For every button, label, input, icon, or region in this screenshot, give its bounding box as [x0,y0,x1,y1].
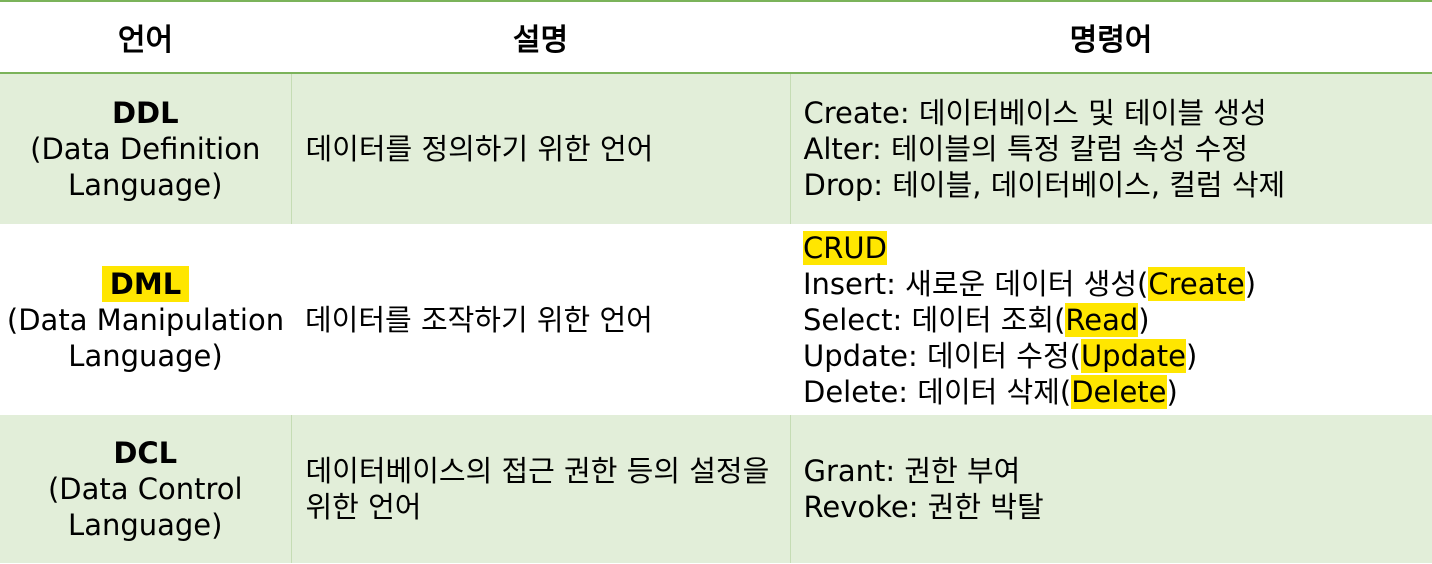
table-row-dcl: DCL (Data Control Language) 데이터베이스의 접근 권… [0,415,1432,563]
crud-highlight: Read [1065,302,1139,337]
command-item: Revoke: 권한 박탈 [803,490,1044,524]
language-code: DDL [111,96,179,130]
command-item: Update: 데이터 수정(Update) [803,338,1432,374]
commands-cell: Create: 데이터베이스 및 테이블 생성 Alter: 테이블의 특정 칼… [789,73,1432,224]
language-fullname-line1: (Data Definition [30,132,261,166]
crud-highlight: Update [1080,338,1186,373]
command-text: Insert: 새로운 데이터 생성( [803,266,1149,301]
language-fullname-line1: (Data Manipulation [6,302,285,337]
command-item: Create: 데이터베이스 및 테이블 생성 [803,96,1267,130]
language-fullname-line2: Language) [68,338,223,373]
language-code: DCL [113,436,178,470]
command-item: Drop: 테이블, 데이터베이스, 컬럼 삭제 [803,168,1286,202]
crud-highlight: Delete [1071,374,1167,409]
language-fullname-line2: Language) [68,168,223,202]
command-item: Grant: 권한 부여 [803,454,1021,488]
crud-highlight: Create [1148,266,1245,301]
description-cell: 데이터를 정의하기 위한 언어 [290,73,790,224]
table-row-dml: DML (Data Manipulation Language) 데이터를 조작… [0,224,1432,415]
language-cell: DML (Data Manipulation Language) [0,224,291,415]
header-description: 설명 [291,0,790,74]
crud-label: CRUD [803,230,887,265]
command-item: Insert: 새로운 데이터 생성(Create) [803,266,1432,302]
language-cell: DDL (Data Definition Language) [0,73,291,224]
description-cell: 데이터베이스의 접근 권한 등의 설정을 위한 언어 [290,415,790,563]
description-cell: 데이터를 조작하기 위한 언어 [305,302,653,337]
sql-language-table: 언어 설명 명령어 DDL (Data Definition Language)… [0,0,1432,563]
command-suffix: ) [1185,338,1198,373]
header-commands: 명령어 [790,0,1432,74]
command-suffix: ) [1244,266,1257,301]
language-fullname-line1: (Data Control [47,472,243,506]
command-item: Select: 데이터 조회(Read) [803,302,1432,338]
header-row: 언어 설명 명령어 [0,0,1432,74]
crud-label-line: CRUD [803,230,1432,266]
commands-cell: Grant: 권한 부여 Revoke: 권한 박탈 [789,415,1432,563]
language-fullname-line2: Language) [68,508,223,542]
command-suffix: ) [1166,374,1178,409]
command-item: Delete: 데이터 삭제(Delete) [803,374,1432,410]
command-suffix: ) [1138,302,1150,337]
command-text: Select: 데이터 조회( [803,302,1066,337]
language-code: DML [101,265,190,302]
language-cell: DCL (Data Control Language) [0,415,291,563]
command-item: Alter: 테이블의 특정 칼럼 속성 수정 [803,132,1249,166]
command-text: Delete: 데이터 삭제( [803,374,1072,409]
header-language: 언어 [0,0,291,74]
table-row-ddl: DDL (Data Definition Language) 데이터를 정의하기… [0,73,1432,224]
commands-cell: CRUD Insert: 새로운 데이터 생성(Create) Select: … [790,224,1432,415]
command-text: Update: 데이터 수정( [803,338,1081,373]
